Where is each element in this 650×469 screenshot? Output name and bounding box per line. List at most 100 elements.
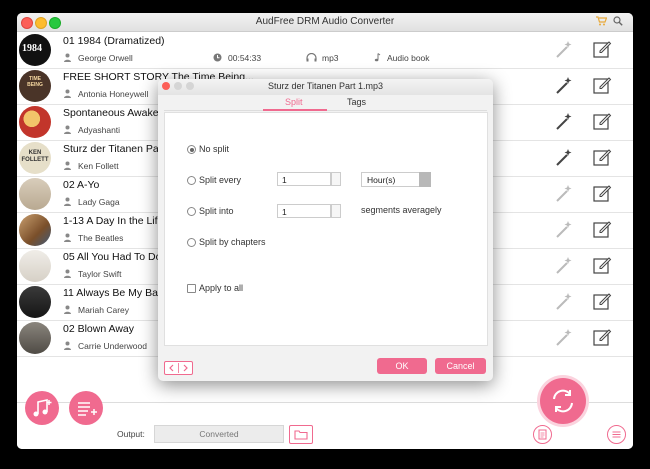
album-cover: TIME BEING: [19, 70, 51, 102]
track-title: 02 A-Yo: [63, 179, 100, 191]
track-artist: Taylor Swift: [78, 269, 122, 279]
no-split-radio[interactable]: [187, 145, 196, 154]
tab-tags[interactable]: Tags: [347, 97, 366, 107]
edit-icon[interactable]: [592, 291, 612, 311]
track-title: 02 Blown Away: [63, 323, 135, 335]
dialog-title-bar: Sturz der Titanen Part 1.mp3: [158, 79, 493, 95]
person-icon: [64, 197, 71, 206]
album-cover: KEN FOLLETT: [19, 142, 51, 174]
title-bar: AudFree DRM Audio Converter: [17, 13, 633, 32]
folder-icon: [294, 430, 308, 440]
person-icon: [64, 305, 71, 314]
edit-icon[interactable]: [592, 183, 612, 203]
split-dialog: Sturz der Titanen Part 1.mp3 Split Tags …: [158, 79, 493, 381]
split-into-radio[interactable]: [187, 207, 196, 216]
track-title: 01 1984 (Dramatized): [63, 35, 165, 47]
history-button[interactable]: [533, 425, 552, 444]
magic-wand-icon[interactable]: [554, 328, 573, 347]
magic-wand-icon[interactable]: [554, 76, 573, 95]
prev-next-icon: [169, 363, 188, 373]
album-cover: [19, 214, 51, 246]
magic-wand-icon[interactable]: [554, 112, 573, 131]
edit-icon[interactable]: [592, 255, 612, 275]
track-artist: Ken Follett: [78, 161, 119, 171]
clock-icon: [213, 53, 222, 62]
split-every-stepper[interactable]: [331, 172, 341, 186]
magic-wand-icon[interactable]: [554, 40, 573, 59]
track-title: 11 Always Be My Bab: [63, 287, 164, 299]
split-into-input[interactable]: 1: [277, 204, 331, 218]
converted-files-icon: [538, 429, 547, 440]
album-cover: 1984: [19, 34, 51, 66]
cancel-button[interactable]: Cancel: [435, 358, 486, 374]
track-nav-buttons[interactable]: [164, 361, 193, 375]
person-icon: [64, 233, 71, 242]
track-type: Audio book: [387, 53, 430, 63]
magic-wand-icon[interactable]: [554, 256, 573, 275]
cart-icon[interactable]: [596, 16, 607, 26]
output-path-field[interactable]: Converted: [154, 425, 284, 443]
track-row[interactable]: 1984 01 1984 (Dramatized) George Orwell …: [17, 32, 633, 69]
split-every-radio[interactable]: [187, 176, 196, 185]
magic-wand-icon[interactable]: [554, 220, 573, 239]
magic-wand-icon[interactable]: [554, 148, 573, 167]
person-icon: [64, 161, 71, 170]
person-icon: [64, 125, 71, 134]
add-music-button[interactable]: [25, 391, 59, 425]
tab-split[interactable]: Split: [285, 97, 303, 107]
format-settings-button[interactable]: [607, 425, 626, 444]
edit-icon[interactable]: [592, 147, 612, 167]
settings-list-icon: [612, 431, 621, 438]
track-artist: George Orwell: [78, 53, 133, 63]
track-title: 1-13 A Day In the Lif: [63, 215, 158, 227]
apply-to-all-label: Apply to all: [199, 283, 244, 293]
apply-to-all-checkbox[interactable]: [187, 284, 196, 293]
edit-icon[interactable]: [592, 39, 612, 59]
convert-button[interactable]: [540, 378, 586, 424]
track-artist: Carrie Underwood: [78, 341, 147, 351]
split-by-chapters-radio[interactable]: [187, 238, 196, 247]
edit-icon[interactable]: [592, 327, 612, 347]
track-artist: Lady Gaga: [78, 197, 120, 207]
edit-icon[interactable]: [592, 111, 612, 131]
add-playlist-button[interactable]: [69, 391, 103, 425]
album-cover: [19, 250, 51, 282]
track-title: 05 All You Had To Do: [63, 251, 162, 263]
track-artist: The Beatles: [78, 233, 124, 243]
headphones-icon: [306, 53, 317, 62]
segments-label: segments averagely: [361, 205, 442, 215]
split-into-stepper[interactable]: [331, 204, 341, 218]
person-icon: [64, 269, 71, 278]
person-icon: [64, 341, 71, 350]
split-every-label: Split every: [199, 175, 242, 185]
track-artist: Mariah Carey: [78, 305, 130, 315]
list-add-icon: [78, 402, 97, 416]
ok-button[interactable]: OK: [377, 358, 427, 374]
magic-wand-icon[interactable]: [554, 292, 573, 311]
track-duration: 00:54:33: [228, 53, 262, 63]
track-artist: Antonia Honeywell: [78, 89, 149, 99]
browse-folder-button[interactable]: [289, 425, 313, 444]
dialog-title: Sturz der Titanen Part 1.mp3: [267, 81, 384, 91]
edit-icon[interactable]: [592, 75, 612, 95]
track-format: mp3: [322, 53, 339, 63]
magic-wand-icon[interactable]: [554, 184, 573, 203]
active-tab-underline: [263, 109, 327, 111]
window-title: AudFree DRM Audio Converter: [255, 16, 395, 27]
cover-text: TIME BEING: [27, 76, 43, 88]
album-cover: [19, 106, 51, 138]
search-icon[interactable]: [613, 16, 623, 26]
convert-arrows-icon: [553, 389, 573, 413]
edit-icon[interactable]: [592, 219, 612, 239]
album-cover: [19, 178, 51, 210]
music-add-icon: [33, 399, 52, 417]
chevron-down-icon[interactable]: [419, 172, 431, 187]
split-every-input[interactable]: 1: [277, 172, 331, 186]
cover-text: KEN FOLLETT: [21, 150, 49, 163]
person-icon: [64, 89, 71, 98]
split-by-chapters-label: Split by chapters: [199, 237, 266, 247]
album-cover: [19, 322, 51, 354]
album-cover: [19, 286, 51, 318]
cover-text: 1984: [22, 43, 42, 54]
output-label: Output:: [117, 429, 145, 439]
